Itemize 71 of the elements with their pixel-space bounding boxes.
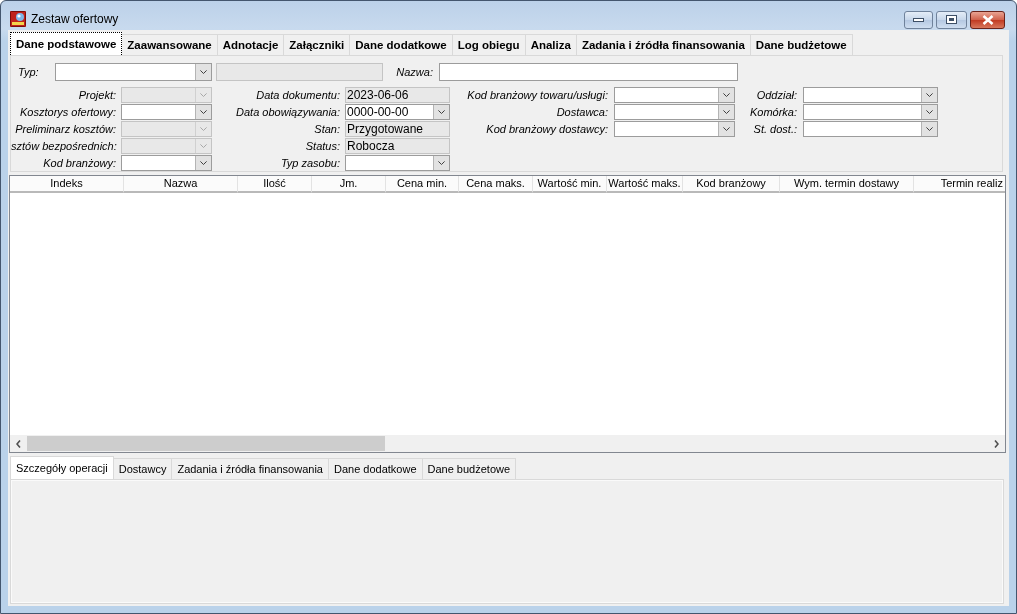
combo-box[interactable]: 0000-00-00 xyxy=(345,104,450,120)
column-header[interactable]: Wartość min. xyxy=(533,176,607,193)
column-header[interactable]: Ilość xyxy=(238,176,312,193)
chevron-down-icon xyxy=(438,110,445,114)
field-label: Oddział: xyxy=(755,88,797,103)
column-header[interactable]: Indeks xyxy=(10,176,124,193)
field-label: Kosztorys ofertowy: xyxy=(19,105,116,120)
column-header[interactable]: Kod branżowy xyxy=(683,176,780,193)
combo-box[interactable] xyxy=(803,121,938,137)
minimize-icon xyxy=(913,17,924,22)
field-label: Stan: xyxy=(313,122,340,137)
chevron-down-icon xyxy=(723,127,730,131)
text-field[interactable] xyxy=(439,63,738,81)
combo-box[interactable] xyxy=(345,155,450,171)
combo-box[interactable] xyxy=(614,87,735,103)
close-button[interactable] xyxy=(970,10,1005,29)
maximize-button[interactable] xyxy=(936,10,967,29)
field-label: Kod branżowy towaru/usługi: xyxy=(466,88,608,103)
column-header[interactable]: Cena min. xyxy=(386,176,459,193)
close-icon xyxy=(981,14,994,25)
column-header[interactable]: Nazwa xyxy=(124,176,238,193)
field-label: Status: xyxy=(304,139,340,154)
minimize-button[interactable] xyxy=(904,10,933,29)
chevron-down-icon xyxy=(200,161,207,165)
chevron-down-icon xyxy=(200,70,207,74)
column-header[interactable]: Wartość maks. xyxy=(607,176,683,193)
combo-box[interactable] xyxy=(803,104,938,120)
field-label: Typ: xyxy=(18,65,40,80)
chevron-down-icon xyxy=(200,144,207,148)
chevron-right-icon xyxy=(994,439,999,448)
field-label: Dostawca: xyxy=(555,105,608,120)
chevron-down-icon xyxy=(926,93,933,97)
field-label: Data dokumentu: xyxy=(255,88,340,103)
maximize-icon xyxy=(946,15,957,24)
chevron-down-icon xyxy=(926,110,933,114)
combo-box[interactable] xyxy=(614,121,735,137)
combo-box[interactable] xyxy=(55,63,212,81)
field-label: Preliminarz kosztów: xyxy=(14,122,116,137)
combo-box[interactable] xyxy=(614,104,735,120)
chevron-down-icon xyxy=(438,161,445,165)
tab[interactable]: Dane budżetowe xyxy=(421,458,517,479)
chevron-down-icon xyxy=(200,93,207,97)
column-header[interactable]: Termin realiz xyxy=(914,176,1005,193)
column-header[interactable]: Jm. xyxy=(312,176,386,193)
field-label: Kod branżowy: xyxy=(42,156,116,171)
chevron-down-icon xyxy=(200,127,207,131)
app-icon xyxy=(10,10,26,27)
combo-box[interactable] xyxy=(803,87,938,103)
field-label: Kod branżowy dostawcy: xyxy=(485,122,608,137)
field-label: Nazwa: xyxy=(395,65,433,80)
chevron-down-icon xyxy=(723,110,730,114)
field-label: sztów bezpośrednich: xyxy=(11,139,116,154)
tab[interactable]: Szczegóły operacji xyxy=(10,456,114,479)
window-title: Zestaw ofertowy xyxy=(31,11,119,26)
chevron-left-icon xyxy=(16,439,21,448)
chevron-down-icon xyxy=(926,127,933,131)
field-label: Typ zasobu: xyxy=(279,156,340,171)
field-label: St. dost.: xyxy=(752,122,797,137)
combo-box[interactable] xyxy=(121,104,212,120)
chevron-down-icon xyxy=(200,110,207,114)
tab[interactable]: Dane podstawowe xyxy=(10,32,123,55)
field-label: Data obowiązywania: xyxy=(235,105,340,120)
column-header[interactable]: Cena maks. xyxy=(459,176,533,193)
field-label: Komórka: xyxy=(748,105,797,120)
field-label: Projekt: xyxy=(77,88,116,103)
scrollbar-thumb[interactable] xyxy=(27,436,385,451)
column-header[interactable]: Wym. termin dostawy xyxy=(780,176,914,193)
horizontal-scrollbar[interactable] xyxy=(10,435,1005,452)
chevron-down-icon xyxy=(723,93,730,97)
combo-box[interactable] xyxy=(121,155,212,171)
tab[interactable]: Dane budżetowe xyxy=(749,34,853,55)
